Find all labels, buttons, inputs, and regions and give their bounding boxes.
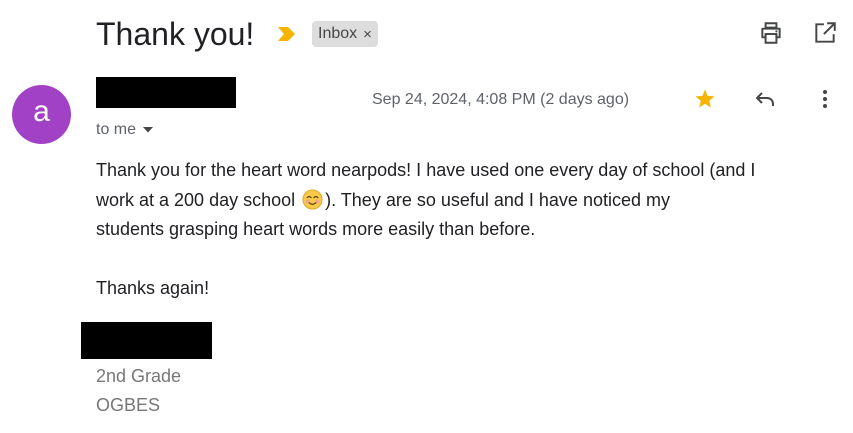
signature-name-redacted (81, 322, 212, 359)
inbox-label-chip[interactable]: Inbox × (312, 21, 378, 47)
body-line: work at a 200 day school ). They are so … (96, 186, 826, 216)
importance-marker-icon[interactable] (276, 25, 298, 43)
body-closing: Thanks again! (96, 278, 210, 298)
body-text-segment: work at a 200 day school (96, 189, 301, 210)
print-button[interactable] (756, 20, 786, 50)
more-options-button[interactable] (812, 88, 838, 114)
avatar-initial: a (33, 94, 50, 128)
star-icon (693, 87, 717, 116)
email-date: Sep 24, 2024, 4:08 PM (2 days ago) (372, 91, 630, 108)
recipient-details-toggle[interactable]: to me (96, 120, 154, 140)
more-vert-icon (813, 87, 837, 116)
body-line: students grasping heart words more easil… (96, 219, 536, 239)
label-text: Inbox (318, 25, 358, 42)
body-line: Thank you for the heart word nearpods! I… (96, 160, 756, 180)
sender-name-redacted (96, 77, 236, 108)
smiling-face-emoji-icon (302, 188, 323, 210)
signature-line: OGBES (96, 395, 161, 415)
remove-label-button[interactable]: × (363, 27, 372, 42)
body-spacer (96, 245, 826, 275)
sender-avatar[interactable]: a (12, 85, 71, 144)
print-icon (758, 20, 784, 51)
chevron-down-icon (142, 120, 154, 140)
open-in-new-window-button[interactable] (810, 20, 840, 50)
body-text-segment: ). They are so useful and I have noticed… (325, 189, 670, 210)
reply-button[interactable] (752, 88, 778, 114)
star-button[interactable] (692, 88, 718, 114)
email-body: Thank you for the heart word nearpods! I… (96, 156, 826, 304)
email-subject: Thank you! (96, 16, 255, 52)
reply-icon (753, 87, 777, 116)
open-in-new-window-icon (812, 20, 838, 51)
recipient-label: to me (96, 121, 137, 138)
signature-line: 2nd Grade (96, 366, 182, 386)
